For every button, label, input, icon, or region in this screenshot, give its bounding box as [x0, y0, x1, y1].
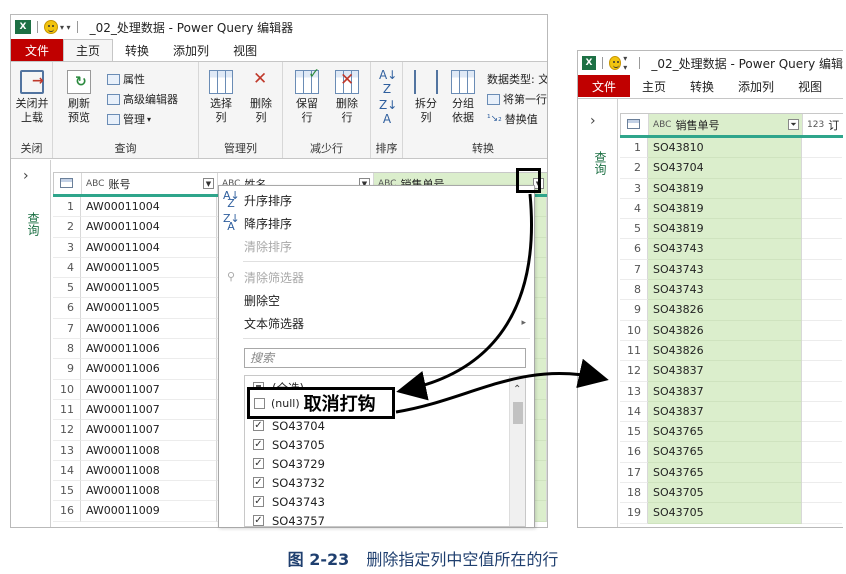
arrow-to-result — [395, 358, 609, 414]
arrow-to-null-item — [396, 193, 533, 401]
figure-title: 删除指定列中空值所在的行 — [366, 550, 559, 569]
figure-caption: 图 2-23 删除指定列中空值所在的行 — [0, 546, 846, 570]
figure-number: 图 2-23 — [287, 550, 350, 569]
annotation-arrows — [395, 193, 609, 414]
